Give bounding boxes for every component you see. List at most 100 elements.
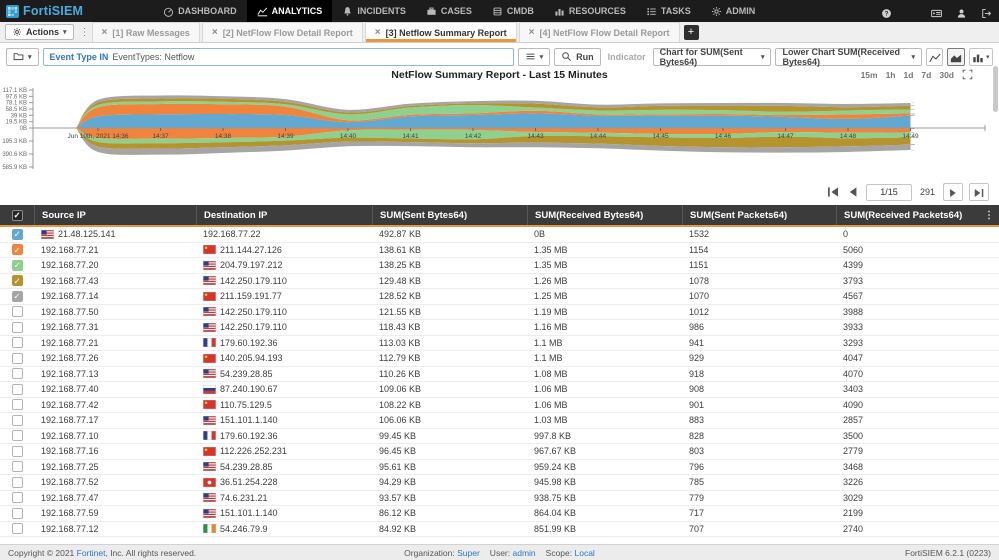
column-header[interactable]: Source IP <box>34 205 196 225</box>
row-checkbox[interactable] <box>12 306 23 317</box>
lower-chart-select[interactable]: Lower Chart SUM(Received Bytes64) ▾ <box>775 48 922 66</box>
column-header[interactable]: SUM(Received Bytes64) <box>527 205 682 225</box>
table-row[interactable]: 192.168.77.26140.205.94.193112.79 KB1.1 … <box>0 351 999 367</box>
tab-3[interactable]: ×[3] Netflow Summary Report <box>365 22 517 42</box>
table-row[interactable]: ✓192.168.77.21211.144.27.126138.61 KB1.3… <box>0 243 999 259</box>
table-row[interactable]: ✓192.168.77.14211.159.191.77128.52 KB1.2… <box>0 289 999 305</box>
nav-item-tasks[interactable]: TASKS <box>636 0 701 22</box>
actions-button[interactable]: Actions ▾ <box>5 24 74 40</box>
row-checkbox-checked[interactable]: ✓ <box>12 229 23 240</box>
upper-chart-select[interactable]: Chart for SUM(Sent Bytes64) ▾ <box>653 48 772 66</box>
area-chart-type-button[interactable] <box>947 48 964 66</box>
display-columns-button[interactable]: ▾ <box>518 48 551 66</box>
nav-item-dashboard[interactable]: DASHBOARD <box>153 0 247 22</box>
table-row[interactable]: 192.168.77.59151.101.1.14086.12 KB864.04… <box>0 506 999 522</box>
last-page-button[interactable] <box>969 183 989 201</box>
table-row[interactable]: 192.168.77.17151.101.1.140106.06 KB1.03 … <box>0 413 999 429</box>
table-row[interactable]: 192.168.77.31142.250.179.110118.43 KB1.1… <box>0 320 999 336</box>
page-input[interactable] <box>866 184 912 201</box>
row-checkbox[interactable] <box>12 477 23 488</box>
next-page-button[interactable] <box>943 183 963 201</box>
first-page-button[interactable] <box>826 185 840 199</box>
saved-search-button[interactable]: ▾ <box>6 48 39 66</box>
table-row[interactable]: ✓21.48.125.141192.168.77.22492.87 KB0B15… <box>0 227 999 243</box>
close-icon[interactable]: × <box>529 28 535 38</box>
row-checkbox[interactable] <box>12 384 23 395</box>
organization-link[interactable]: Super <box>457 548 480 558</box>
table-row[interactable]: 192.168.77.4087.240.190.67109.06 KB1.06 … <box>0 382 999 398</box>
table-row[interactable]: ✓192.168.77.43142.250.179.110129.48 KB1.… <box>0 274 999 290</box>
query-input[interactable]: Event Type IN EventTypes: Netflow <box>43 48 514 66</box>
table-row[interactable]: 192.168.77.42110.75.129.5108.22 KB1.06 M… <box>0 398 999 414</box>
fullscreen-icon[interactable] <box>962 69 973 80</box>
tab-2[interactable]: ×[2] NetFlow Flow Detail Report <box>202 22 363 42</box>
close-icon[interactable]: × <box>102 28 108 38</box>
range-1d-button[interactable]: 1d <box>904 70 914 80</box>
license-button[interactable] <box>924 0 949 22</box>
row-checkbox[interactable] <box>12 430 23 441</box>
close-icon[interactable]: × <box>212 28 218 38</box>
column-header[interactable]: SUM(Sent Packets64) <box>682 205 836 225</box>
table-row[interactable]: 192.168.77.2554.239.28.8595.61 KB959.24 … <box>0 460 999 476</box>
table-row[interactable]: 192.168.77.21179.60.192.36113.03 KB1.1 M… <box>0 336 999 352</box>
nav-item-cmdb[interactable]: CMDB <box>482 0 544 22</box>
row-checkbox[interactable] <box>12 368 23 379</box>
row-checkbox[interactable] <box>12 399 23 410</box>
table-row[interactable]: 192.168.77.1354.239.28.85110.26 KB1.08 M… <box>0 367 999 383</box>
nav-item-admin[interactable]: ADMIN <box>701 0 766 22</box>
table-row[interactable]: 192.168.77.1254.246.79.984.92 KB851.99 K… <box>0 522 999 538</box>
row-checkbox[interactable] <box>12 523 23 534</box>
table-row[interactable]: 192.168.77.5236.51.254.22894.29 KB945.98… <box>0 475 999 491</box>
row-checkbox[interactable] <box>12 461 23 472</box>
nav-item-incidents[interactable]: INCIDENTS <box>332 0 416 22</box>
row-checkbox[interactable] <box>12 508 23 519</box>
column-header[interactable]: SUM(Sent Bytes64) <box>372 205 527 225</box>
column-header[interactable]: SUM(Received Packets64)⋮ <box>836 205 999 225</box>
close-icon[interactable]: × <box>375 28 381 38</box>
row-checkbox-checked[interactable]: ✓ <box>12 275 23 286</box>
pagination-bar: 291 <box>0 179 999 205</box>
run-button[interactable]: Run <box>554 48 601 66</box>
nav-item-cases[interactable]: CASES <box>416 0 482 22</box>
user-button[interactable] <box>949 0 974 22</box>
tab-overflow-handle[interactable]: ⋮ <box>78 22 92 42</box>
range-1h-button[interactable]: 1h <box>886 70 896 80</box>
row-checkbox-checked[interactable]: ✓ <box>12 291 23 302</box>
table-row[interactable]: 192.168.77.10179.60.192.3699.45 KB997.8 … <box>0 429 999 445</box>
alert-button[interactable] <box>899 0 924 22</box>
table-row[interactable]: 192.168.77.16112.226.252.23196.45 KB967.… <box>0 444 999 460</box>
select-all-checkbox[interactable]: ✓ <box>12 210 23 221</box>
nav-item-resources[interactable]: RESOURCES <box>544 0 636 22</box>
scrollbar-thumb[interactable] <box>993 66 998 112</box>
row-checkbox[interactable] <box>12 492 23 503</box>
add-tab-button[interactable]: + <box>684 25 699 40</box>
row-checkbox[interactable] <box>12 415 23 426</box>
fortinet-link[interactable]: Fortinet <box>77 548 106 558</box>
range-15m-button[interactable]: 15m <box>861 70 878 80</box>
tab-4[interactable]: ×[4] NetFlow Flow Detail Report <box>519 22 680 42</box>
row-checkbox-checked[interactable]: ✓ <box>12 244 23 255</box>
previous-page-button[interactable] <box>846 185 860 199</box>
table-row[interactable]: 192.168.77.4774.6.231.2193.57 KB938.75 K… <box>0 491 999 507</box>
row-checkbox-checked[interactable]: ✓ <box>12 260 23 271</box>
netflow-traffic-chart[interactable]: 117.1 KB97.6 KB78.1 KB58.5 KB39 KB19.5 K… <box>0 83 999 179</box>
row-checkbox[interactable] <box>12 322 23 333</box>
range-7d-button[interactable]: 7d <box>921 70 931 80</box>
scope-link[interactable]: Local <box>574 548 594 558</box>
logout-button[interactable] <box>974 0 999 22</box>
table-row[interactable]: ✓192.168.77.20204.79.197.212138.25 KB1.3… <box>0 258 999 274</box>
line-chart-type-button[interactable] <box>926 48 943 66</box>
tab-1[interactable]: ×[1] Raw Messages <box>92 22 200 42</box>
bar-chart-type-button[interactable]: ▾ <box>969 48 993 66</box>
row-checkbox[interactable] <box>12 353 23 364</box>
range-30d-button[interactable]: 30d <box>939 70 954 80</box>
table-row[interactable]: 192.168.77.50142.250.179.110121.55 KB1.1… <box>0 305 999 321</box>
column-header[interactable]: Destination IP <box>196 205 372 225</box>
row-checkbox[interactable] <box>12 446 23 457</box>
column-options-icon[interactable]: ⋮ <box>984 210 999 221</box>
row-checkbox[interactable] <box>12 337 23 348</box>
help-button[interactable]: ? <box>874 0 899 22</box>
brand-logo[interactable]: FortiSIEM <box>6 4 83 18</box>
nav-item-analytics[interactable]: ANALYTICS <box>247 0 333 22</box>
user-link[interactable]: admin <box>512 548 535 558</box>
